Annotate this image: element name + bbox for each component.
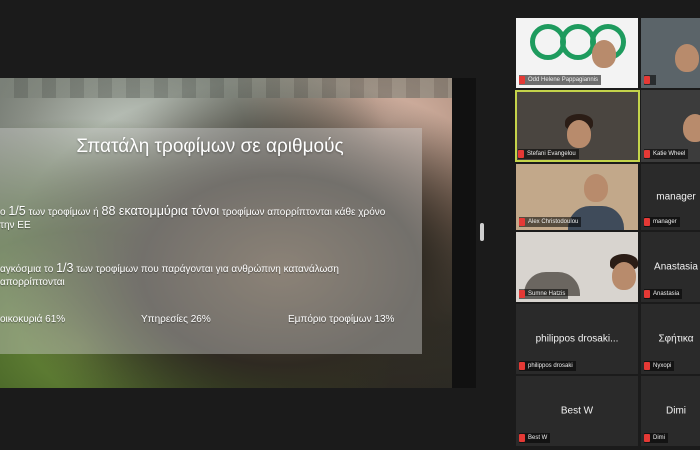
mic-muted-icon <box>644 76 650 84</box>
participant-tile[interactable]: Katie Wheel <box>641 90 700 162</box>
participant-display-name: Σφήτικα <box>658 333 694 345</box>
participant-tile-active-speaker[interactable]: Stefani Evangelou <box>515 90 640 162</box>
shared-screen-edge <box>452 78 476 388</box>
mic-muted-icon <box>644 150 650 158</box>
slide-line-1: ο 1/5 των τροφίμων ή 88 εκατομμύρια τόνο… <box>0 204 386 219</box>
participant-tile[interactable]: Alex Christodoulou <box>516 164 638 230</box>
participant-name-tag: Dimi <box>644 433 668 443</box>
slide-title: Σπατάλη τροφίμων σε αριθμούς <box>76 136 344 157</box>
participant-name-tag: Best W <box>519 433 551 443</box>
participant-video <box>584 174 608 202</box>
participant-video <box>567 120 591 148</box>
shared-screen: Σπατάλη τροφίμων σε αριθμούς ο 1/5 των τ… <box>0 78 452 388</box>
participant-tile[interactable]: Best W Best W <box>516 376 638 446</box>
stat-households: οικοκυριά 61% <box>0 314 66 325</box>
participant-display-name: philippos drosaki... <box>535 333 619 345</box>
participant-display-name: Anastasia <box>654 261 698 273</box>
participant-tile[interactable]: Σφήτικα Nyxopi <box>641 304 700 374</box>
participant-video <box>683 114 700 142</box>
participant-tile[interactable]: Sumne Hatzis <box>516 232 638 302</box>
participant-name-tag: Katie Wheel <box>644 149 689 159</box>
mic-muted-icon <box>644 362 650 370</box>
participant-display-name: Dimi <box>666 405 686 417</box>
panel-resize-handle[interactable] <box>480 223 484 241</box>
mic-muted-icon <box>519 218 525 226</box>
participant-display-name: Best W <box>560 405 594 417</box>
slide-line-1b: την ΕΕ <box>0 220 31 231</box>
slide-line-2b: απορρίπτονται <box>0 277 65 288</box>
mic-muted-icon <box>519 290 525 298</box>
mic-muted-icon <box>644 434 650 442</box>
participant-tile[interactable]: Anastasia Anastasia <box>641 232 700 302</box>
participant-name-tag: Anastasia <box>644 289 683 299</box>
participant-name-tag: philippos drosaki <box>519 361 576 371</box>
participant-video <box>675 44 699 72</box>
participant-name-tag: manager <box>644 217 680 227</box>
participant-name-tag: Odd Helene Pappagiannis <box>519 75 602 85</box>
mic-muted-icon <box>644 290 650 298</box>
participant-name-tag: Alex Christodoulou <box>519 217 582 227</box>
participant-tile[interactable]: philippos drosaki... philippos drosaki <box>516 304 638 374</box>
stat-retail: Εμπόριο τροφίμων 13% <box>288 314 395 325</box>
participant-tile[interactable] <box>641 18 700 88</box>
participant-name-tag: Sumne Hatzis <box>519 289 569 299</box>
mic-muted-icon <box>519 362 525 370</box>
mic-muted-icon <box>519 76 525 84</box>
participant-name-tag: Stefani Evangelou <box>518 149 579 159</box>
mic-muted-icon <box>518 150 524 158</box>
participant-tile[interactable]: Odd Helene Pappagiannis <box>516 18 638 88</box>
participant-video <box>592 40 616 68</box>
participant-display-name: manager <box>656 191 696 203</box>
participant-name-tag <box>644 75 656 85</box>
mic-muted-icon <box>519 434 525 442</box>
mic-muted-icon <box>644 218 650 226</box>
participant-video <box>612 262 636 290</box>
participant-tile[interactable]: Dimi Dimi <box>641 376 700 446</box>
stat-services: Υπηρεσίες 26% <box>141 314 211 325</box>
participant-tile[interactable]: manager manager <box>641 164 700 230</box>
slide-line-2: αγκόσμια το 1/3 των τροφίμων που παράγον… <box>0 261 339 276</box>
participant-name-tag: Nyxopi <box>644 361 675 371</box>
